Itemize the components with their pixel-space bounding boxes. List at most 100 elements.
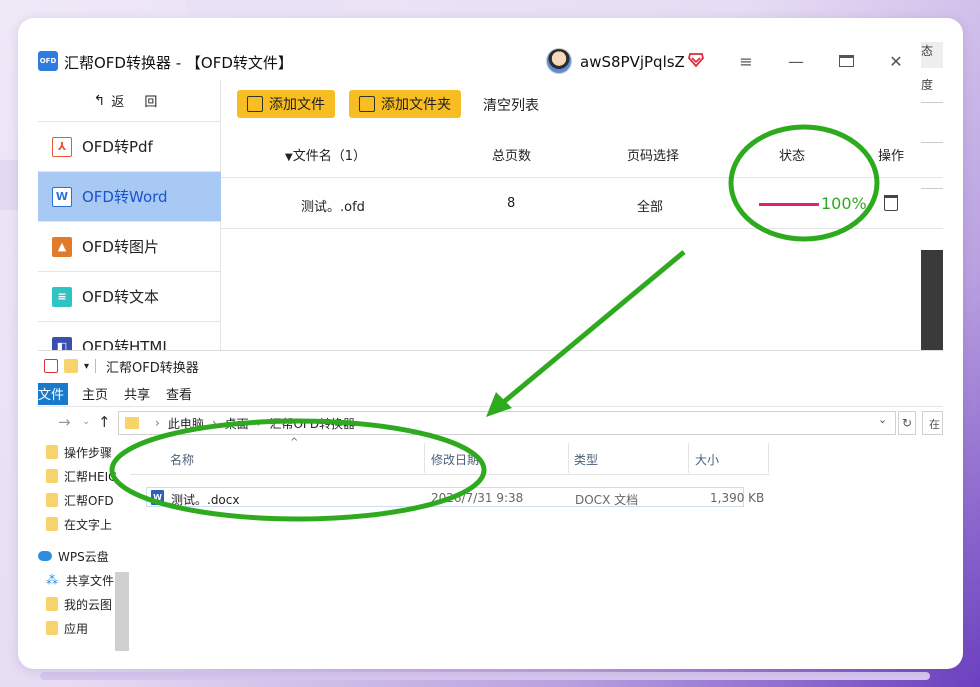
cloud-icon (38, 551, 52, 561)
column-action: 操作 (878, 149, 905, 164)
back-arrow-icon[interactable]: → (58, 413, 71, 431)
breadcrumb-desktop[interactable]: 桌面 (225, 415, 249, 432)
delete-icon[interactable] (884, 195, 898, 211)
text-icon: ≡ (52, 286, 72, 307)
word-icon: W (52, 186, 72, 207)
close-icon[interactable]: ✕ (885, 50, 907, 72)
column-modified[interactable]: 修改日期 (431, 451, 479, 468)
up-arrow-icon[interactable]: ↑ (98, 413, 111, 431)
chevron-right-icon: › (211, 416, 217, 430)
breadcrumb-this-pc[interactable]: 此电脑 (168, 415, 204, 432)
edge-divider (921, 102, 943, 103)
add-file-button[interactable]: 添加文件 (237, 90, 335, 118)
nav-item[interactable]: 汇帮HEIC (46, 465, 117, 487)
file-modified: 2026/7/31 9:38 (431, 491, 524, 505)
column-pages: 总页数 (492, 149, 532, 164)
vip-diamond-icon[interactable] (688, 53, 704, 67)
tab-view[interactable]: 查看 (166, 384, 192, 403)
tab-file[interactable]: 文件 (38, 382, 68, 405)
sidebar-item-ofd-to-image[interactable]: ▲ OFD转图片 (38, 222, 221, 272)
divider (95, 359, 97, 373)
breadcrumb-folder[interactable]: 汇帮OFD转换器 (269, 415, 355, 432)
folder-icon (46, 597, 58, 611)
nav-item-wps-cloud[interactable]: WPS云盘 (38, 545, 109, 567)
nav-item[interactable]: 汇帮OFD (46, 489, 114, 511)
progress-fill (759, 203, 819, 206)
back-label: 返 回 (111, 95, 166, 110)
file-row[interactable]: W 测试。.docx 2026/7/31 9:38 DOCX 文档 1,390 … (146, 487, 764, 507)
search-input[interactable]: 在 (922, 411, 943, 435)
back-button[interactable]: ↰ 返 回 (38, 80, 221, 122)
tab-home[interactable]: 主页 (82, 384, 108, 403)
back-arrow-icon: ↰ (93, 92, 106, 109)
background-window-edge: 态 度 (921, 42, 943, 372)
properties-icon[interactable] (44, 359, 58, 373)
menu-icon[interactable]: ≡ (735, 50, 757, 72)
background-decoration (40, 672, 930, 680)
nav-item[interactable]: 应用 (46, 617, 88, 639)
scrollbar[interactable] (115, 572, 129, 651)
column-filename[interactable]: ▼文件名（1） (285, 145, 366, 164)
edge-dark-panel (921, 250, 943, 350)
column-page-select: 页码选择 (627, 149, 680, 164)
sidebar-item-ofd-to-pdf[interactable]: ⅄ OFD转Pdf (38, 122, 221, 172)
edge-divider (921, 188, 943, 189)
chevron-right-icon: › (155, 416, 160, 430)
row-page-select[interactable]: 全部 (637, 196, 663, 215)
divider (568, 443, 569, 473)
tab-share[interactable]: 共享 (124, 384, 150, 403)
edge-header: 态 (921, 42, 943, 68)
row-filename: 测试。.ofd (301, 200, 365, 215)
sidebar-item-ofd-to-word[interactable]: W OFD转Word (38, 172, 221, 222)
nav-item[interactable]: ⁂ 共享文件 (46, 569, 114, 591)
edge-divider (921, 142, 943, 143)
address-bar[interactable]: › 此电脑 › 桌面 › 汇帮OFD转换器 (118, 411, 896, 435)
new-folder-icon[interactable] (64, 359, 78, 373)
ofd-converter-window: OFD 汇帮OFD转换器 - 【OFD转文件】 awS8PVjPqlsZ ≡ —… (38, 42, 943, 372)
file-list: ^ 名称 修改日期 类型 大小 W 测试。.docx 2026/7/31 9:3… (130, 437, 943, 651)
username[interactable]: awS8PVjPqlsZ (580, 53, 685, 71)
divider (424, 443, 425, 473)
avatar[interactable] (546, 48, 572, 74)
progress-text: 100% (821, 194, 867, 213)
share-icon: ⁂ (46, 573, 58, 587)
column-size[interactable]: 大小 (695, 451, 719, 468)
table-row[interactable]: 测试。.ofd 8 全部 100% (221, 179, 943, 229)
toolbar: 添加文件 添加文件夹 清空列表 (221, 80, 943, 128)
quick-access-dropdown-icon[interactable]: ▾ (84, 361, 89, 372)
maximize-icon[interactable] (835, 50, 857, 72)
add-folder-label: 添加文件夹 (381, 97, 451, 113)
folder-icon (46, 621, 58, 635)
clear-list-button[interactable]: 清空列表 (483, 95, 539, 115)
app-title: 汇帮OFD转换器 - 【OFD转文件】 (64, 54, 293, 72)
address-dropdown-icon[interactable]: ⌄ (878, 413, 887, 426)
sidebar-item-ofd-to-text[interactable]: ≡ OFD转文本 (38, 272, 221, 322)
file-table-header: ▼文件名（1） 总页数 页码选择 状态 操作 (221, 128, 943, 178)
add-folder-button[interactable]: 添加文件夹 (349, 90, 461, 118)
refresh-icon[interactable]: ↻ (898, 411, 916, 435)
minimize-icon[interactable]: — (785, 50, 807, 72)
column-status: 状态 (779, 149, 806, 164)
progress-bar (759, 203, 819, 206)
nav-item[interactable]: 我的云图 (46, 593, 112, 615)
folder-icon (125, 417, 139, 429)
explorer-title: 汇帮OFD转换器 (106, 360, 199, 376)
nav-item[interactable]: 在文字上 (46, 513, 112, 535)
titlebar: OFD 汇帮OFD转换器 - 【OFD转文件】 awS8PVjPqlsZ ≡ —… (38, 42, 943, 80)
nav-item[interactable]: 操作步骤 (46, 441, 112, 463)
add-file-icon (247, 96, 263, 112)
column-type[interactable]: 类型 (574, 451, 598, 468)
column-name[interactable]: 名称 (170, 451, 194, 468)
image-icon: ▲ (52, 236, 72, 257)
chevron-right-icon: › (256, 416, 262, 430)
screenshot-card: OFD 汇帮OFD转换器 - 【OFD转文件】 awS8PVjPqlsZ ≡ —… (18, 18, 963, 669)
pdf-icon: ⅄ (52, 136, 72, 157)
sidebar-item-label: OFD转Word (82, 188, 168, 206)
file-size: 1,390 KB (710, 491, 765, 505)
recent-dropdown-icon[interactable]: ⌄ (82, 416, 90, 427)
divider (688, 443, 689, 473)
folder-icon (46, 517, 58, 531)
row-pages: 8 (507, 196, 516, 211)
navigation-pane: 操作步骤 汇帮HEIC 汇帮OFD 在文字上 WPS云盘 ⁂ 共享文件 我的云图 … (38, 439, 130, 651)
folder-icon (46, 469, 58, 483)
